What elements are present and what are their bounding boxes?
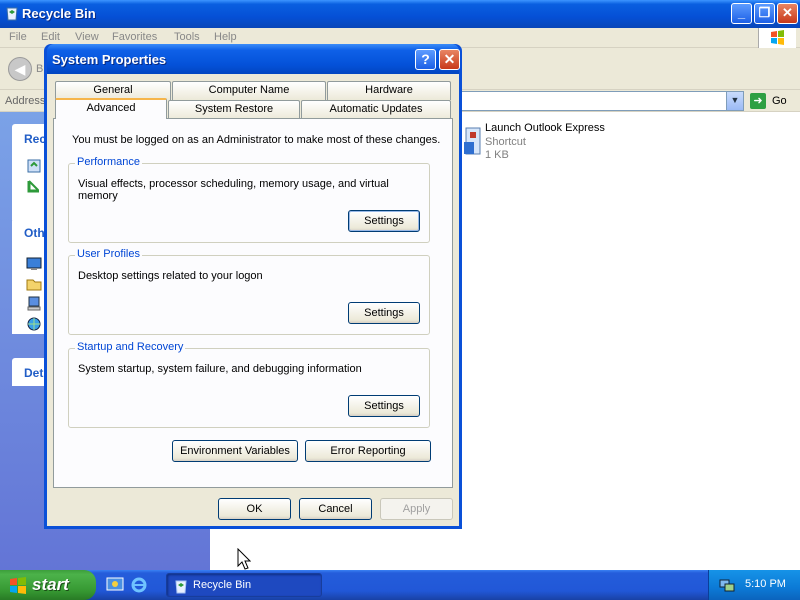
internet-explorer-icon[interactable] — [130, 576, 148, 594]
minimize-button[interactable]: _ — [731, 3, 752, 24]
recycle-tasks-header[interactable]: Rec — [24, 132, 46, 146]
show-desktop-icon[interactable] — [106, 576, 124, 594]
recycle-bin-icon — [6, 7, 18, 21]
mouse-cursor-icon — [237, 548, 251, 570]
menu-file[interactable]: File — [9, 31, 27, 43]
menu-tools[interactable]: Tools — [174, 31, 200, 43]
details-header[interactable]: Det — [24, 366, 43, 380]
user-profiles-title: User Profiles — [75, 248, 142, 260]
apply-button[interactable]: Apply — [380, 498, 453, 520]
windows-logo-icon — [758, 28, 796, 50]
back-arrow-icon: ◀ — [14, 61, 26, 77]
file-size: 1 KB — [485, 149, 509, 161]
my-computer-icon[interactable] — [26, 296, 42, 312]
tab-automatic-updates[interactable]: Automatic Updates — [301, 100, 451, 119]
desktop-icon[interactable] — [26, 256, 42, 272]
maximize-button[interactable]: ❐ — [754, 3, 775, 24]
my-documents-icon[interactable] — [26, 276, 42, 292]
menu-view[interactable]: View — [75, 31, 99, 43]
dialog-close-button[interactable]: ✕ — [439, 49, 460, 70]
address-dropdown-icon[interactable]: ▼ — [726, 92, 743, 110]
network-places-icon[interactable] — [26, 316, 42, 332]
startup-recovery-description: System startup, system failure, and debu… — [78, 363, 362, 375]
go-label: Go — [772, 95, 787, 107]
user-profiles-group: User Profiles Desktop settings related t… — [68, 248, 430, 335]
menu-help[interactable]: Help — [214, 31, 237, 43]
tab-advanced[interactable]: Advanced — [55, 98, 167, 119]
file-item[interactable]: Launch Outlook Express Shortcut 1 KB — [460, 120, 660, 164]
start-label: start — [32, 575, 69, 594]
help-button[interactable]: ? — [415, 49, 436, 70]
user-profiles-description: Desktop settings related to your logon — [78, 270, 263, 282]
recycle-bin-task-icon — [175, 580, 187, 594]
admin-notice: You must be logged on as an Administrato… — [72, 134, 441, 146]
ok-button[interactable]: OK — [218, 498, 291, 520]
taskbar: start Recycle Bin 5:10 PM — [0, 570, 800, 600]
performance-group: Performance Visual effects, processor sc… — [68, 156, 430, 243]
file-type: Shortcut — [485, 136, 526, 148]
dialog-body: General Computer Name Hardware Advanced … — [47, 74, 459, 526]
clock[interactable]: 5:10 PM — [745, 578, 786, 590]
network-tray-icon[interactable] — [719, 577, 735, 593]
system-properties-dialog: System Properties ? ✕ General Computer N… — [44, 44, 462, 529]
performance-settings-button[interactable]: Settings — [348, 210, 420, 232]
close-button[interactable]: ✕ — [777, 3, 798, 24]
recycle-restore-icon[interactable] — [26, 158, 42, 174]
tab-system-restore[interactable]: System Restore — [168, 100, 300, 119]
startup-recovery-group: Startup and Recovery System startup, sys… — [68, 341, 430, 428]
environment-variables-button[interactable]: Environment Variables — [172, 440, 298, 462]
restore-arrow-icon[interactable] — [26, 178, 42, 194]
back-label: B — [36, 63, 44, 75]
back-button[interactable]: ◀ — [8, 57, 32, 81]
explorer-titlebar[interactable]: Recycle Bin _ ❐ ✕ — [0, 0, 800, 28]
other-places-header[interactable]: Oth — [24, 226, 45, 240]
start-button[interactable]: start — [0, 570, 96, 600]
task-label: Recycle Bin — [193, 579, 252, 591]
window-title: Recycle Bin — [22, 6, 96, 21]
windows-flag-icon — [10, 577, 26, 594]
error-reporting-button[interactable]: Error Reporting — [305, 440, 431, 462]
tab-computer-name[interactable]: Computer Name — [172, 81, 326, 100]
go-button[interactable]: ➜ Go — [748, 92, 798, 110]
address-label: Address — [5, 95, 46, 107]
startup-recovery-settings-button[interactable]: Settings — [348, 395, 420, 417]
menu-favorites[interactable]: Favorites — [112, 31, 157, 43]
advanced-tab-panel: You must be logged on as an Administrato… — [53, 118, 453, 488]
cancel-button[interactable]: Cancel — [299, 498, 372, 520]
startup-recovery-title: Startup and Recovery — [75, 341, 186, 353]
go-arrow-icon: ➜ — [750, 93, 766, 109]
performance-title: Performance — [75, 156, 142, 168]
outlook-shortcut-icon — [464, 127, 481, 155]
dialog-title: System Properties — [52, 52, 167, 67]
system-tray: 5:10 PM — [708, 570, 800, 600]
dialog-titlebar[interactable]: System Properties ? ✕ — [47, 44, 460, 74]
taskbar-recycle-bin-button[interactable]: Recycle Bin — [166, 573, 322, 597]
file-name: Launch Outlook Express — [485, 122, 605, 134]
tab-hardware[interactable]: Hardware — [327, 81, 451, 100]
menu-edit[interactable]: Edit — [41, 31, 60, 43]
user-profiles-settings-button[interactable]: Settings — [348, 302, 420, 324]
performance-description: Visual effects, processor scheduling, me… — [78, 178, 389, 202]
